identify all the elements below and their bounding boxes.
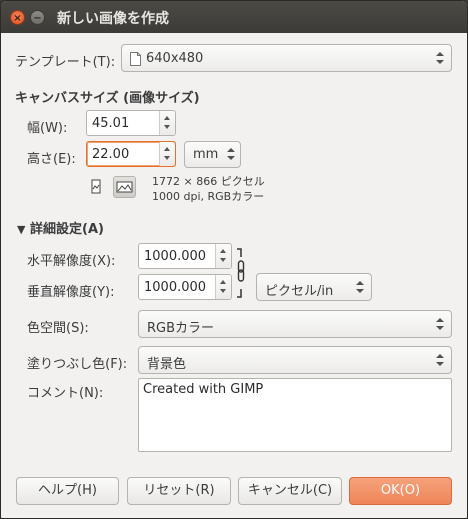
landscape-button[interactable] — [113, 176, 136, 198]
canvas-size-heading: キャンバスサイズ (画像サイズ) — [15, 91, 200, 106]
fill-value: 背景色 — [147, 357, 187, 372]
combo-arrows-icon — [227, 146, 235, 162]
colorspace-combo[interactable]: RGBカラー — [138, 310, 452, 338]
cancel-button[interactable]: キャンセル(C) — [238, 477, 342, 505]
help-button[interactable]: ヘルプ(H) — [16, 477, 119, 505]
xres-stepper[interactable] — [215, 244, 231, 268]
yres-label: 垂直解像度(Y): — [27, 285, 115, 300]
xres-value: 1000.000 — [144, 249, 207, 264]
window-title: 新しい画像を作成 — [57, 11, 169, 27]
xres-spinbutton[interactable]: 1000.000 — [138, 243, 232, 269]
height-spinbutton[interactable]: 22.00 — [86, 141, 176, 167]
chain-icon — [237, 248, 245, 298]
height-label: 高さ(E): — [27, 152, 76, 167]
portrait-icon — [91, 179, 101, 194]
expander-arrow-icon: ▼ — [17, 223, 26, 236]
combo-arrows-icon — [356, 279, 364, 295]
template-label: テンプレート(T): — [15, 55, 116, 70]
colorspace-value: RGBカラー — [147, 321, 215, 336]
close-icon[interactable]: × — [10, 10, 25, 25]
height-value: 22.00 — [92, 147, 130, 162]
new-image-dialog: × − 新しい画像を作成 テンプレート(T): 640x480 キャンバスサイズ… — [0, 0, 468, 519]
resolution-unit-value: ピクセル/in — [265, 284, 334, 299]
comment-textarea[interactable]: Created with GIMP — [138, 378, 452, 452]
width-value: 45.01 — [92, 116, 130, 131]
combo-arrows-icon — [436, 50, 444, 66]
yres-stepper[interactable] — [215, 275, 231, 299]
comment-value: Created with GIMP — [143, 382, 264, 397]
height-stepper[interactable] — [159, 142, 175, 166]
unit-value: mm — [193, 147, 219, 162]
unit-combo[interactable]: mm — [184, 141, 241, 168]
minimize-icon[interactable]: − — [30, 10, 45, 25]
ok-button[interactable]: OK(O) — [349, 477, 452, 505]
width-label: 幅(W): — [27, 121, 68, 136]
width-spinbutton[interactable]: 45.01 — [86, 110, 176, 136]
advanced-heading: 詳細設定(A) — [30, 222, 104, 237]
comment-label: コメント(N): — [27, 386, 104, 401]
colorspace-label: 色空間(S): — [27, 321, 89, 336]
xres-label: 水平解像度(X): — [27, 254, 116, 269]
fill-label: 塗りつぶし色(F): — [27, 357, 128, 372]
chain-link-button[interactable] — [235, 248, 247, 298]
resolution-unit-combo[interactable]: ピクセル/in — [256, 273, 372, 301]
yres-value: 1000.000 — [144, 280, 207, 295]
document-icon — [130, 52, 141, 66]
reset-button[interactable]: リセット(R) — [127, 477, 231, 505]
yres-spinbutton[interactable]: 1000.000 — [138, 274, 232, 300]
combo-arrows-icon — [436, 352, 444, 368]
resolution-info: 1000 dpi, RGBカラー — [152, 190, 265, 203]
portrait-button[interactable] — [86, 177, 106, 197]
title-bar[interactable]: × − 新しい画像を作成 — [1, 1, 467, 33]
combo-arrows-icon — [436, 316, 444, 332]
pixel-size-info: 1772 × 866 ピクセル — [152, 175, 265, 188]
fill-combo[interactable]: 背景色 — [138, 346, 452, 374]
advanced-expander[interactable]: ▼ 詳細設定(A) — [17, 218, 104, 237]
template-value: 640x480 — [146, 51, 204, 66]
width-stepper[interactable] — [159, 111, 175, 135]
landscape-icon — [116, 181, 133, 193]
template-combo[interactable]: 640x480 — [121, 44, 452, 72]
